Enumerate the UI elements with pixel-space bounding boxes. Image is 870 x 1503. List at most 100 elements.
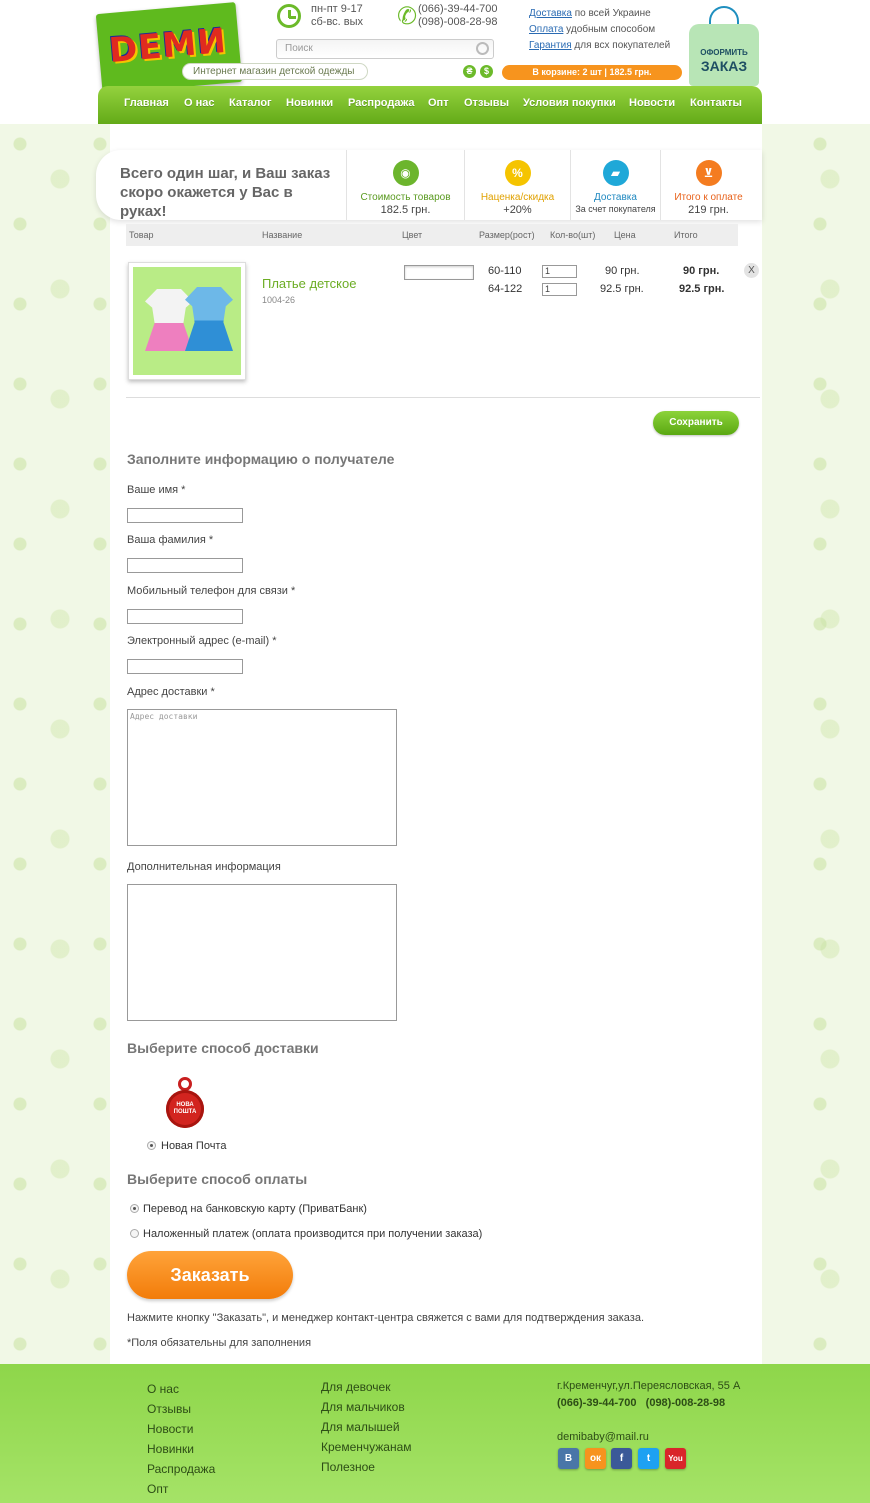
footer-link[interactable]: Для малышей — [321, 1417, 412, 1437]
footer-address: г.Кременчуг,ул.Переясловская, 55 А — [557, 1380, 741, 1392]
percent-icon: % — [504, 160, 531, 186]
product-image-bg — [133, 267, 241, 375]
cart-icon: ⊻ — [695, 160, 722, 186]
step-label: Итого к оплате — [674, 192, 743, 203]
footer-link[interactable]: Для девочек — [321, 1377, 412, 1397]
slogan: Интернет магазин детской одежды — [182, 63, 368, 80]
phone-label: Мобильный телефон для связи * — [127, 585, 296, 597]
info-links: Доставка по всей Украине Оплата удобным … — [529, 6, 670, 54]
payment-radio-card[interactable] — [130, 1204, 139, 1213]
step-label: Наценка/скидка — [480, 192, 555, 203]
cart-summary[interactable]: В корзине: 2 шт | 182.5 грн. — [502, 65, 682, 80]
product-image[interactable] — [128, 262, 246, 380]
footer-links-1: О нас Отзывы Новости Новинки Распродажа … — [147, 1379, 215, 1499]
col-size: Размер(рост) — [479, 230, 535, 240]
search-icon[interactable] — [476, 42, 489, 55]
delivery-link[interactable]: Доставка — [529, 8, 572, 19]
order-button[interactable]: Заказать — [127, 1251, 293, 1299]
nav-reviews[interactable]: Отзывы — [464, 97, 509, 109]
site-header: DEMИ Интернет магазин детской одежды пн-… — [0, 0, 870, 124]
footer-contacts: г.Кременчуг,ул.Переясловская, 55 А (066)… — [557, 1378, 740, 1446]
search-input[interactable]: Поиск — [276, 39, 494, 59]
payment-link[interactable]: Оплата — [529, 24, 563, 35]
nav-sale[interactable]: Распродажа — [348, 97, 415, 109]
first-name-field[interactable] — [127, 508, 243, 523]
nav-news[interactable]: Новости — [629, 97, 675, 109]
address-textarea[interactable]: Адрес доставки — [127, 709, 397, 846]
footer-link[interactable]: Кременчужанам — [321, 1437, 412, 1457]
col-price: Цена — [614, 230, 636, 240]
footer-link[interactable]: Полезное — [321, 1457, 412, 1477]
product-sku: 1004-26 — [262, 295, 296, 305]
nav-terms[interactable]: Условия покупки — [523, 97, 616, 109]
dress-blue — [185, 287, 233, 351]
site-footer: О нас Отзывы Новости Новинки Распродажа … — [0, 1364, 870, 1503]
youtube-icon[interactable]: You — [665, 1448, 686, 1469]
step-markup: % Наценка/скидка +20% — [464, 150, 570, 220]
truck-icon: ▰ — [602, 160, 629, 186]
product-name[interactable]: Платье детское — [262, 276, 356, 291]
nav-contacts[interactable]: Контакты — [690, 97, 742, 109]
odnoklassniki-icon[interactable]: ок — [585, 1448, 606, 1469]
payment-text: удобным способом — [563, 24, 656, 35]
currency-usd-icon[interactable]: $ — [480, 65, 493, 78]
warranty-link[interactable]: Гарантия — [529, 40, 572, 51]
save-button[interactable]: Сохранить — [653, 411, 739, 435]
order-steps: Всего один шаг, и Ваш заказ скоро окажет… — [96, 150, 762, 220]
phone-1[interactable]: (066)-39-44-700 — [418, 3, 498, 16]
seal-ring — [178, 1077, 192, 1091]
steps-title: Всего один шаг, и Ваш заказ скоро окажет… — [120, 165, 331, 220]
payment-option-card: Перевод на банковскую карту (ПриватБанк) — [143, 1203, 367, 1215]
nav-wholesale[interactable]: Опт — [428, 97, 449, 109]
step-label: Стоимость товаров — [360, 192, 451, 203]
extra-info-textarea[interactable] — [127, 884, 397, 1021]
remove-item-button[interactable]: X — [744, 263, 759, 278]
qty-input-1[interactable]: 1 — [542, 265, 577, 278]
qty-input-2[interactable]: 1 — [542, 283, 577, 296]
footer-link[interactable]: Опт — [147, 1479, 215, 1499]
extra-info-label: Дополнительная информация — [127, 861, 281, 873]
checkout-label-top: ОФОРМИТЬ — [700, 48, 748, 57]
phone-field[interactable] — [127, 609, 243, 624]
vk-icon[interactable]: В — [558, 1448, 579, 1469]
footer-link[interactable]: О нас — [147, 1379, 215, 1399]
nav-new[interactable]: Новинки — [286, 97, 333, 109]
footer-links-2: Для девочек Для мальчиков Для малышей Кр… — [321, 1377, 412, 1477]
footer-link[interactable]: Отзывы — [147, 1399, 215, 1419]
payment-title: Выберите способ оплаты — [127, 1171, 308, 1187]
footer-link[interactable]: Для мальчиков — [321, 1397, 412, 1417]
last-name-label: Ваша фамилия * — [127, 534, 214, 546]
footer-email[interactable]: demibaby@mail.ru — [557, 1429, 740, 1446]
delivery-radio-nova-poshta[interactable] — [147, 1141, 156, 1150]
step-value: 182.5 грн. — [380, 204, 431, 216]
delivery-text: по всей Украине — [571, 8, 651, 19]
email-label: Электронный адрес (e-mail) * — [127, 635, 277, 647]
payment-radio-cod[interactable] — [130, 1229, 139, 1238]
checkout-shirt-button[interactable]: ОФОРМИТЬ ЗАКАЗ — [685, 4, 763, 88]
working-hours: пн-пт 9-17 сб-вс. вых — [311, 3, 363, 29]
header-phones: (066)-39-44-700 (098)-008-28-98 — [418, 3, 498, 29]
col-total: Итого — [674, 230, 698, 240]
warranty-text: для всх покупателей — [571, 40, 671, 51]
footer-link[interactable]: Новинки — [147, 1439, 215, 1459]
last-name-field[interactable] — [127, 558, 243, 573]
footer-link[interactable]: Распродажа — [147, 1459, 215, 1479]
hours-weekend: сб-вс. вых — [311, 16, 364, 28]
phone-2[interactable]: (098)-008-28-98 — [418, 16, 498, 29]
step-goods-cost: ◉ Стоимость товаров 182.5 грн. — [346, 150, 464, 220]
nav-catalog[interactable]: Каталог — [229, 97, 272, 109]
total-1: 90 грн. — [683, 265, 720, 277]
step-value: 219 грн. — [688, 204, 729, 216]
facebook-icon[interactable]: f — [611, 1448, 632, 1469]
step-label: Доставка — [594, 192, 637, 203]
step-total: ⊻ Итого к оплате 219 грн. — [660, 150, 756, 220]
nav-home[interactable]: Главная — [124, 97, 169, 109]
currency-uah-icon[interactable]: ₴ — [463, 65, 476, 78]
nav-about[interactable]: О нас — [184, 97, 215, 109]
footer-link[interactable]: Новости — [147, 1419, 215, 1439]
email-field[interactable] — [127, 659, 243, 674]
step-delivery: ▰ Доставка За счет покупателя — [570, 150, 660, 220]
phone-icon: ✆ — [397, 3, 418, 30]
color-select[interactable] — [404, 265, 474, 280]
twitter-icon[interactable]: t — [638, 1448, 659, 1469]
